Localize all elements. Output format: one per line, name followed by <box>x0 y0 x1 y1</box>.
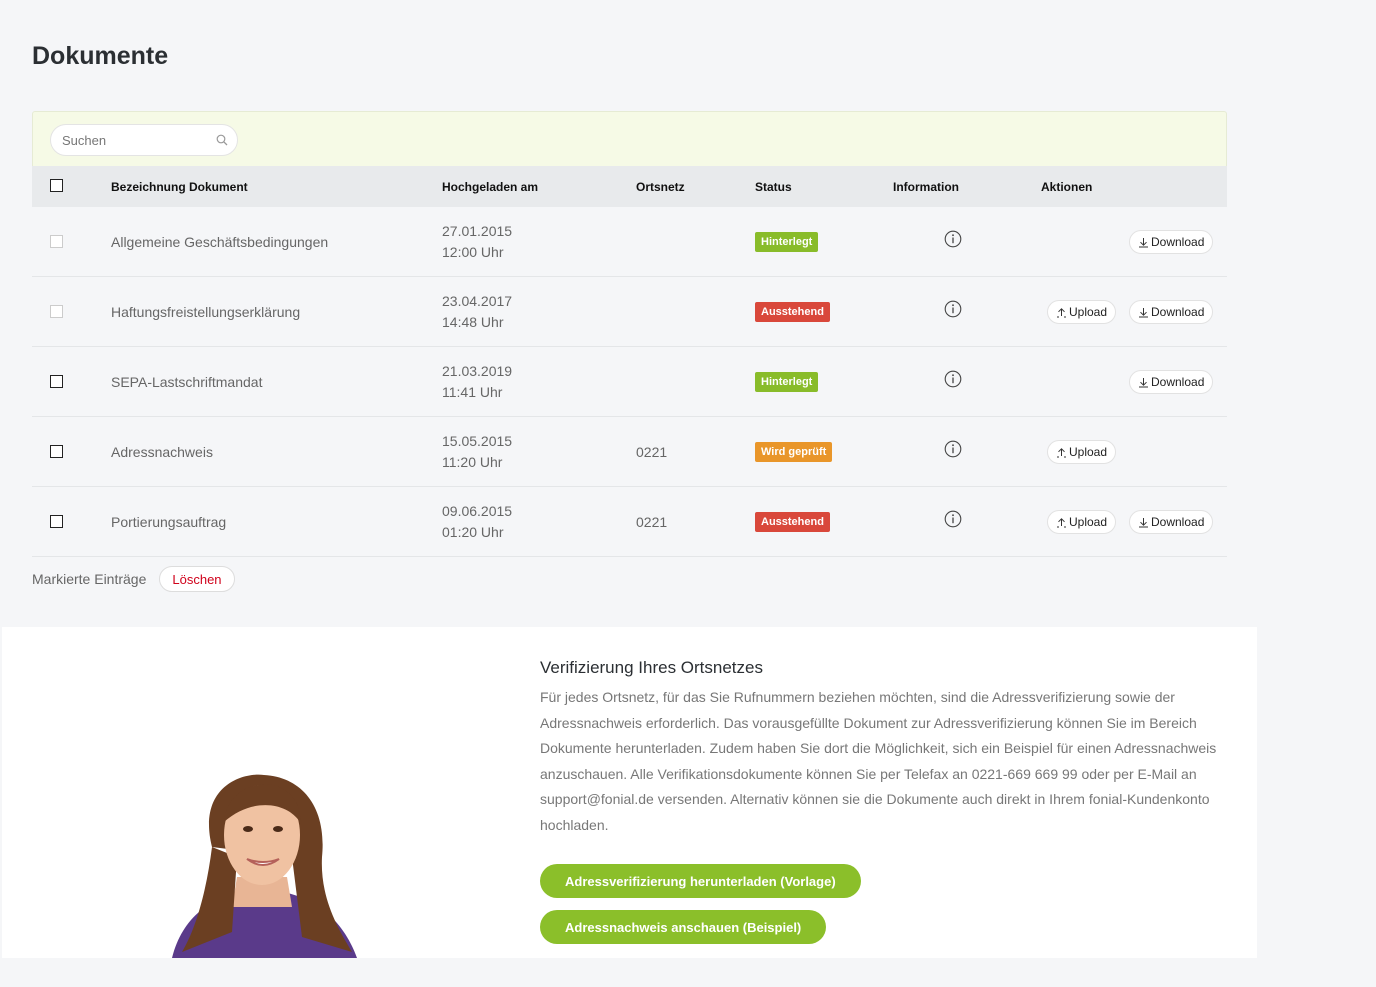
status-badge: Wird geprüft <box>755 442 833 462</box>
documents-panel: Bezeichnung Dokument Hochgeladen am Orts… <box>32 111 1227 557</box>
status-badge: Ausstehend <box>755 302 830 322</box>
header-information: Information <box>893 180 959 194</box>
document-name: Portierungsauftrag <box>111 514 227 530</box>
row-checkbox[interactable] <box>50 515 63 528</box>
document-name: SEPA-Lastschriftmandat <box>111 374 263 390</box>
page-title: Dokumente <box>32 42 169 70</box>
delete-button[interactable]: Löschen <box>159 566 235 592</box>
info-icon[interactable] <box>944 510 962 528</box>
upload-button[interactable]: Upload <box>1047 300 1117 324</box>
upload-date: 21.03.2019 11:41 Uhr <box>442 363 513 400</box>
status-badge: Ausstehend <box>755 512 830 532</box>
info-icon[interactable] <box>944 230 962 248</box>
document-name: Adressnachweis <box>111 444 213 460</box>
header-status[interactable]: Status <box>755 180 792 194</box>
table-row: Allgemeine Geschäftsbedingungen 27.01.20… <box>32 207 1227 277</box>
bulk-actions-label: Markierte Einträge <box>32 571 147 587</box>
row-checkbox-disabled <box>50 235 63 248</box>
upload-date: 09.06.2015 01:20 Uhr <box>442 503 513 540</box>
search-icon[interactable] <box>216 134 228 146</box>
download-icon <box>1139 307 1148 317</box>
header-ortsnetz[interactable]: Ortsnetz <box>636 180 685 194</box>
row-checkbox[interactable] <box>50 445 63 458</box>
table-row: SEPA-Lastschriftmandat 21.03.2019 11:41 U… <box>32 347 1227 417</box>
info-icon[interactable] <box>944 370 962 388</box>
upload-date: 23.04.2017 14:48 Uhr <box>442 293 513 330</box>
row-checkbox-disabled <box>50 305 63 318</box>
header-uploaded[interactable]: Hochgeladen am <box>442 180 538 194</box>
bulk-actions: Markierte Einträge Löschen <box>32 566 235 592</box>
header-name[interactable]: Bezeichnung Dokument <box>111 180 248 194</box>
status-badge: Hinterlegt <box>755 372 819 392</box>
download-template-button[interactable]: Adressverifizierung herunterladen (Vorla… <box>540 864 861 898</box>
view-example-button[interactable]: Adressnachweis anschauen (Beispiel) <box>540 910 827 944</box>
upload-button[interactable]: Upload <box>1047 510 1117 534</box>
ortsnetz-value: 0221 <box>636 444 668 460</box>
download-icon <box>1139 237 1148 247</box>
table-row: Haftungsfreistellungserklärung 23.04.201… <box>32 277 1227 347</box>
document-name: Allgemeine Geschäftsbedingungen <box>111 234 329 250</box>
search-bar <box>32 111 1227 166</box>
download-button[interactable]: Download <box>1129 370 1214 394</box>
download-button[interactable]: Download <box>1129 510 1214 534</box>
info-icon[interactable] <box>944 300 962 318</box>
upload-date: 15.05.2015 11:20 Uhr <box>442 433 513 470</box>
download-button[interactable]: Download <box>1129 300 1214 324</box>
upload-button[interactable]: Upload <box>1047 440 1117 464</box>
header-actions: Aktionen <box>1041 180 1093 194</box>
verification-section: Verifizierung Ihres Ortsnetzes Für jedes… <box>2 627 1257 958</box>
download-icon <box>1139 377 1148 387</box>
select-all-checkbox[interactable] <box>50 179 63 192</box>
search-input[interactable] <box>62 125 212 155</box>
download-button[interactable]: Download <box>1129 230 1214 254</box>
table-row: Portierungsauftrag 09.06.2015 01:20 Uhr 0… <box>32 487 1227 557</box>
info-icon[interactable] <box>944 440 962 458</box>
table-row: Adressnachweis 15.05.2015 11:20 Uhr 0221 … <box>32 417 1227 487</box>
verification-text: Für jedes Ortsnetz, für das Sie Rufnumme… <box>540 689 1217 833</box>
row-checkbox[interactable] <box>50 375 63 388</box>
upload-icon <box>1057 307 1066 317</box>
upload-date: 27.01.2015 12:00 Uhr <box>442 223 513 260</box>
ortsnetz-value: 0221 <box>636 514 668 530</box>
search-box[interactable] <box>50 124 238 156</box>
document-name: Haftungsfreistellungserklärung <box>111 304 301 320</box>
verification-title: Verifizierung Ihres Ortsnetzes <box>540 658 763 677</box>
support-agent-photo <box>172 774 357 958</box>
upload-icon <box>1057 447 1066 457</box>
upload-icon <box>1057 517 1066 527</box>
download-icon <box>1139 517 1148 527</box>
status-badge: Hinterlegt <box>755 232 819 252</box>
table-header: Bezeichnung Dokument Hochgeladen am Orts… <box>32 166 1227 207</box>
